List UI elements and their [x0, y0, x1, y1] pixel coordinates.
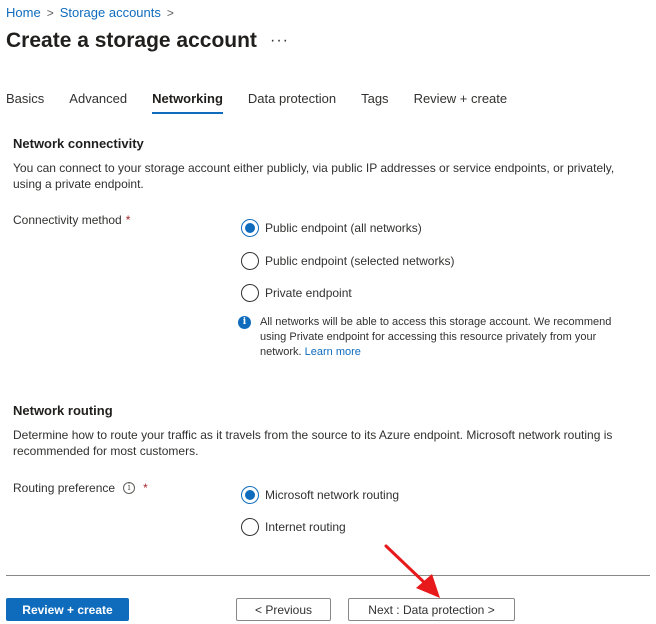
- radio-unselected-icon: [241, 518, 259, 536]
- breadcrumb: Home > Storage accounts >: [6, 5, 180, 20]
- tab-basics[interactable]: Basics: [6, 91, 44, 114]
- radio-private-endpoint[interactable]: Private endpoint: [241, 284, 352, 302]
- annotation-arrow-icon: [384, 544, 440, 598]
- radio-microsoft-network-routing[interactable]: Microsoft network routing: [241, 486, 399, 504]
- tab-advanced[interactable]: Advanced: [69, 91, 127, 114]
- info-icon: i: [238, 316, 251, 329]
- network-connectivity-heading: Network connectivity: [13, 136, 144, 151]
- breadcrumb-separator: >: [46, 5, 54, 20]
- more-options-button[interactable]: ···: [270, 32, 289, 50]
- radio-public-endpoint-selected-networks[interactable]: Public endpoint (selected networks): [241, 252, 454, 270]
- tab-networking[interactable]: Networking: [152, 91, 223, 114]
- radio-internet-routing[interactable]: Internet routing: [241, 518, 346, 536]
- routing-preference-label: Routing preference i *: [13, 481, 148, 495]
- radio-public-endpoint-all-networks[interactable]: Public endpoint (all networks): [241, 219, 422, 237]
- learn-more-link[interactable]: Learn more: [305, 346, 361, 358]
- radio-label: Microsoft network routing: [265, 488, 400, 502]
- required-marker: *: [125, 213, 131, 227]
- network-routing-description: Determine how to route your traffic as i…: [13, 428, 613, 458]
- radio-label: Public endpoint (selected networks): [265, 254, 455, 268]
- page-title: Create a storage account: [6, 29, 257, 52]
- review-create-button[interactable]: Review + create: [6, 598, 129, 621]
- radio-label: Public endpoint (all networks): [265, 221, 422, 235]
- radio-selected-icon: [241, 219, 259, 237]
- connectivity-method-label: Connectivity method *: [13, 213, 130, 227]
- tab-data-protection[interactable]: Data protection: [248, 91, 336, 114]
- connectivity-info-text: All networks will be able to access this…: [260, 315, 638, 360]
- network-routing-heading: Network routing: [13, 403, 113, 418]
- connectivity-method-label-text: Connectivity method: [13, 213, 122, 227]
- radio-selected-icon: [241, 486, 259, 504]
- radio-label: Internet routing: [265, 520, 346, 534]
- breadcrumb-home-link[interactable]: Home: [6, 5, 41, 20]
- next-data-protection-button[interactable]: Next : Data protection >: [348, 598, 515, 621]
- radio-unselected-icon: [241, 252, 259, 270]
- radio-unselected-icon: [241, 284, 259, 302]
- breadcrumb-separator: >: [166, 5, 174, 20]
- breadcrumb-storage-accounts-link[interactable]: Storage accounts: [60, 5, 161, 20]
- network-connectivity-description: You can connect to your storage account …: [13, 161, 615, 191]
- required-marker: *: [143, 481, 148, 495]
- tab-review-create[interactable]: Review + create: [414, 91, 508, 114]
- routing-info-icon[interactable]: i: [123, 482, 136, 494]
- footer-divider: [6, 575, 650, 576]
- connectivity-info-message: i All networks will be able to access th…: [238, 315, 638, 360]
- tab-bar: Basics Advanced Networking Data protecti…: [6, 91, 532, 114]
- radio-label: Private endpoint: [265, 286, 352, 300]
- tab-tags[interactable]: Tags: [361, 91, 388, 114]
- routing-preference-label-text: Routing preference: [13, 481, 116, 495]
- previous-button[interactable]: < Previous: [236, 598, 331, 621]
